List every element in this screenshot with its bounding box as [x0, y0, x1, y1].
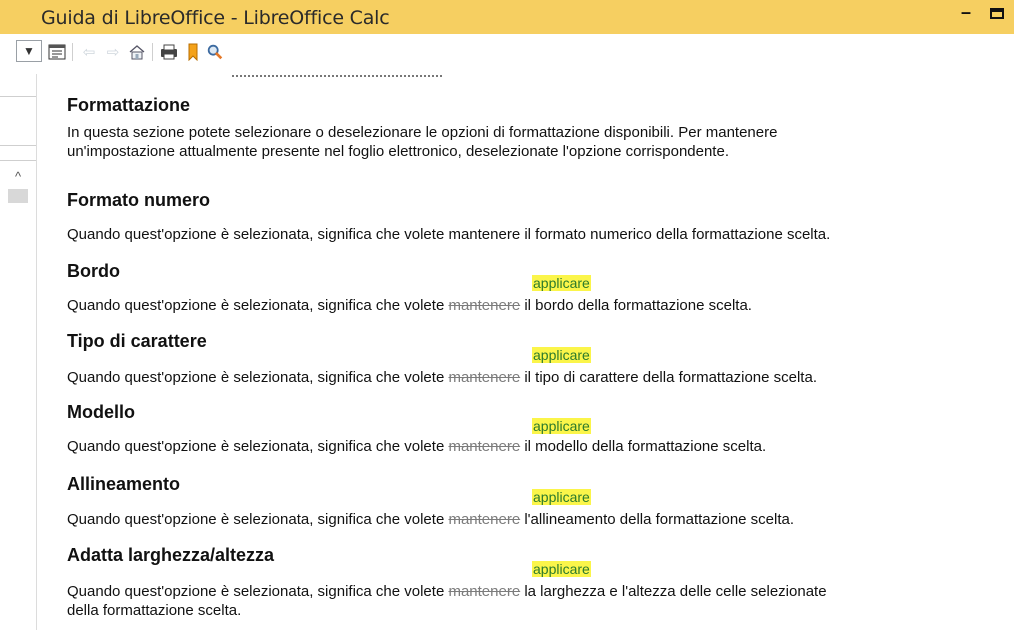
module-dropdown[interactable]: ▼: [16, 40, 42, 62]
home-icon[interactable]: [128, 43, 146, 61]
divider: [0, 96, 36, 97]
deleted-text: mantenere: [448, 438, 521, 455]
inserted-text: applicare: [532, 275, 591, 291]
toolbar-separator: [72, 43, 73, 61]
deleted-text: mantenere: [448, 297, 521, 314]
section-heading: Formattazione: [67, 95, 191, 115]
bookmark-icon[interactable]: [184, 43, 202, 61]
print-icon[interactable]: [160, 43, 178, 61]
section-paragraph: Quando quest'opzione è selezionata, sign…: [67, 369, 817, 386]
inserted-text: applicare: [532, 418, 591, 434]
forward-icon[interactable]: ⇨: [104, 43, 122, 61]
section-heading: Modello: [67, 402, 135, 422]
section-paragraph: Quando quest'opzione è selezionata, sign…: [67, 438, 767, 455]
find-icon[interactable]: [206, 43, 224, 61]
divider: [0, 145, 36, 146]
chevron-down-icon: ▼: [23, 44, 35, 58]
window-title: Guida di LibreOffice - LibreOffice Calc: [41, 7, 390, 29]
deleted-text: mantenere: [448, 511, 521, 528]
section-paragraph: Quando quest'opzione è selezionata, sign…: [67, 511, 795, 528]
deleted-text: mantenere: [448, 583, 521, 600]
back-icon[interactable]: ⇦: [80, 43, 98, 61]
section-paragraph: Quando quest'opzione è selezionata, sign…: [67, 583, 827, 619]
clipped-text-line: [67, 74, 967, 82]
inserted-text: applicare: [532, 561, 591, 577]
divider: [0, 160, 36, 161]
minimize-button[interactable]: –: [961, 2, 971, 23]
panel-divider: [36, 74, 37, 630]
scrollbar-thumb[interactable]: [8, 189, 28, 203]
title-bar: Guida di LibreOffice - LibreOffice Calc …: [0, 0, 1014, 34]
section-heading: Tipo di carattere: [67, 331, 207, 351]
toolbar-separator: [152, 43, 153, 61]
section-paragraph: Quando quest'opzione è selezionata, sign…: [67, 297, 752, 314]
section-heading: Bordo: [67, 261, 120, 281]
maximize-button[interactable]: [990, 8, 1004, 19]
deleted-text: mantenere: [448, 369, 521, 386]
section-heading: Formato numero: [67, 190, 211, 210]
section-heading: Adatta larghezza/altezza: [67, 545, 275, 565]
scroll-up-button[interactable]: ^: [7, 165, 29, 187]
section-paragraph: In questa sezione potete selezionare o d…: [67, 124, 778, 160]
section-paragraph: Quando quest'opzione è selezionata, sign…: [67, 226, 831, 243]
inserted-text: applicare: [532, 347, 591, 363]
section-heading: Allineamento: [67, 474, 181, 494]
inserted-text: applicare: [532, 489, 591, 505]
index-panel: [0, 74, 36, 630]
index-toggle-icon[interactable]: [48, 43, 66, 61]
